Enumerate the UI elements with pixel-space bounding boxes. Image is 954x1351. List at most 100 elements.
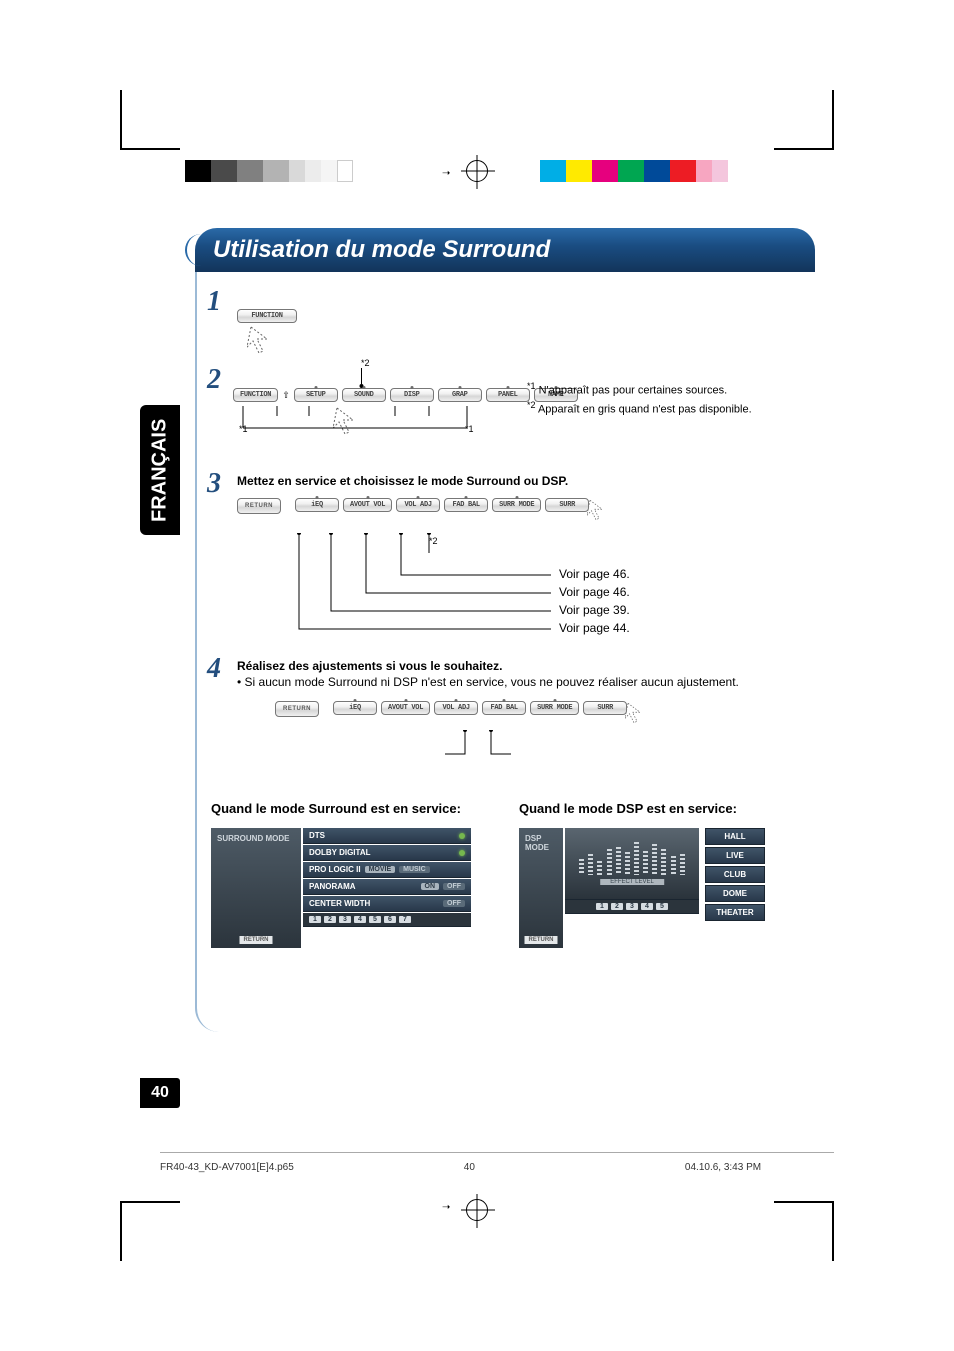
toggle-off[interactable]: OFF bbox=[443, 900, 465, 907]
footer-info: FR40-43_KD-AV7001[E]4.p65 40 04.10.6, 3:… bbox=[160, 1162, 840, 1173]
disp-button[interactable]: DISP bbox=[390, 388, 434, 402]
footnote-anchor-2: *2 bbox=[361, 358, 370, 368]
footer-divider bbox=[160, 1152, 834, 1153]
num-button[interactable]: 7 bbox=[399, 916, 411, 923]
fad-bal-button[interactable]: FAD BAL bbox=[444, 498, 488, 512]
preset-dome[interactable]: DOME bbox=[705, 885, 765, 902]
sound-button[interactable]: SOUND bbox=[342, 388, 386, 402]
num-button[interactable]: 1 bbox=[596, 903, 608, 910]
vol-adj-button[interactable]: VOL ADJ bbox=[434, 701, 478, 715]
fad-bal-button[interactable]: FAD BAL bbox=[482, 701, 526, 715]
row-panorama[interactable]: PANORAMA ON OFF bbox=[303, 879, 471, 895]
ieq-button[interactable]: iEQ bbox=[295, 498, 339, 512]
return-button[interactable]: RETURN bbox=[275, 701, 319, 717]
row-dts[interactable]: DTS bbox=[303, 828, 471, 844]
cursor-icon bbox=[587, 498, 617, 527]
panel-button[interactable]: PANEL bbox=[486, 388, 530, 402]
grayscale-swatches bbox=[185, 160, 353, 182]
toggle-movie[interactable]: MOVIE bbox=[365, 866, 396, 873]
function-button[interactable]: FUNCTION bbox=[237, 309, 297, 323]
num-row: 1 2 3 4 5 bbox=[565, 900, 699, 914]
preset-hall[interactable]: HALL bbox=[705, 828, 765, 845]
footer-timestamp: 04.10.6, 3:43 PM bbox=[685, 1162, 761, 1173]
language-tab: FRANÇAIS bbox=[140, 405, 180, 535]
preset-club[interactable]: CLUB bbox=[705, 866, 765, 883]
return-label[interactable]: RETURN bbox=[525, 936, 558, 944]
row-dolby[interactable]: DOLBY DIGITAL bbox=[303, 845, 471, 861]
reference-lines bbox=[251, 533, 811, 643]
num-row: 1 2 3 4 5 6 7 bbox=[303, 913, 471, 927]
return-label[interactable]: RETURN bbox=[240, 936, 273, 944]
num-button[interactable]: 5 bbox=[656, 903, 668, 910]
footnote-2: *2 Apparaît en gris quand n'est pas disp… bbox=[527, 399, 752, 418]
row-center-width[interactable]: CENTER WIDTH OFF bbox=[303, 896, 471, 912]
preset-theater[interactable]: THEATER bbox=[705, 904, 765, 921]
registration-mark-icon bbox=[466, 1199, 488, 1221]
num-button[interactable]: 2 bbox=[324, 916, 336, 923]
vol-adj-button[interactable]: VOL ADJ bbox=[396, 498, 440, 512]
crop-mark bbox=[774, 148, 834, 150]
surround-panel-left: SURROUND MODE RETURN bbox=[211, 828, 301, 948]
crop-mark bbox=[832, 1201, 834, 1261]
crop-mark bbox=[120, 90, 122, 150]
cursor-icon bbox=[247, 325, 307, 360]
effect-level-label: EFFECT LEVEL bbox=[600, 879, 664, 885]
toggle-on[interactable]: ON bbox=[421, 883, 440, 890]
avout-vol-button[interactable]: AVOUT VOL bbox=[343, 498, 392, 512]
led-icon bbox=[459, 850, 465, 856]
surround-heading: Quand le mode Surround est en service: bbox=[211, 801, 499, 816]
page-content: 1 FUNCTION 2 *2 FUNCTION ⇧ SETUP SOUND D… bbox=[195, 272, 815, 1032]
function-button[interactable]: FUNCTION bbox=[233, 388, 278, 402]
page-frame: Utilisation du mode Surround 1 FUNCTION … bbox=[195, 228, 815, 1048]
toggle-off[interactable]: OFF bbox=[443, 883, 465, 890]
crop-marks-top: ➝ bbox=[0, 90, 954, 200]
callout-line bbox=[275, 730, 575, 770]
color-swatches bbox=[540, 160, 728, 182]
row-prologic[interactable]: PRO LOGIC II MOVIE MUSIC bbox=[303, 862, 471, 878]
panel-title: SURROUND MODE bbox=[217, 834, 289, 843]
ref-page-39: Voir page 39. bbox=[559, 603, 630, 617]
footer-page: 40 bbox=[464, 1162, 475, 1173]
ref-page-44: Voir page 44. bbox=[559, 621, 630, 635]
num-button[interactable]: 3 bbox=[626, 903, 638, 910]
dsp-preset-buttons: HALL LIVE CLUB DOME THEATER bbox=[705, 828, 765, 948]
num-button[interactable]: 6 bbox=[384, 916, 396, 923]
surr-mode-button[interactable]: SURR MODE bbox=[492, 498, 541, 512]
step-4-heading: Réalisez des ajustements si vous le souh… bbox=[237, 659, 807, 673]
num-button[interactable]: 4 bbox=[641, 903, 653, 910]
page-number: 40 bbox=[140, 1078, 180, 1108]
setup-button[interactable]: SETUP bbox=[294, 388, 338, 402]
crop-mark bbox=[774, 1201, 834, 1203]
step-number-1: 1 bbox=[207, 286, 221, 318]
shift-lock-icon: ⇧ bbox=[282, 390, 290, 401]
step-3-heading: Mettez en service et choisissez le mode … bbox=[237, 474, 807, 488]
crop-mark bbox=[120, 1201, 122, 1261]
footer-file: FR40-43_KD-AV7001[E]4.p65 bbox=[160, 1162, 294, 1173]
num-button[interactable]: 5 bbox=[369, 916, 381, 923]
cursor-icon bbox=[625, 701, 655, 730]
registration-mark-icon bbox=[466, 160, 488, 182]
bracket-lines bbox=[233, 404, 483, 438]
avout-vol-button[interactable]: AVOUT VOL bbox=[381, 701, 430, 715]
return-button[interactable]: RETURN bbox=[237, 498, 281, 514]
num-button[interactable]: 3 bbox=[339, 916, 351, 923]
surr-button[interactable]: SURR bbox=[545, 498, 589, 512]
surr-mode-button[interactable]: SURR MODE bbox=[530, 701, 579, 715]
ieq-button[interactable]: iEQ bbox=[333, 701, 377, 715]
dsp-panel-left: DSP MODE RETURN bbox=[519, 828, 563, 948]
grap-button[interactable]: GRAP bbox=[438, 388, 482, 402]
crop-mark bbox=[120, 1201, 180, 1203]
step-4-bullet: • Si aucun mode Surround ni DSP n'est en… bbox=[237, 675, 797, 689]
num-button[interactable]: 2 bbox=[611, 903, 623, 910]
led-icon bbox=[459, 833, 465, 839]
num-button[interactable]: 1 bbox=[309, 916, 321, 923]
surround-mode-panel: SURROUND MODE RETURN DTS DOLBY DIGITAL P… bbox=[211, 828, 471, 948]
surr-button[interactable]: SURR bbox=[583, 701, 627, 715]
num-button[interactable]: 4 bbox=[354, 916, 366, 923]
toggle-music[interactable]: MUSIC bbox=[399, 866, 430, 873]
registration-arrow-icon: ➝ bbox=[442, 1202, 450, 1213]
footnote-1: *1 N'apparaît pas pour certaines sources… bbox=[527, 380, 752, 399]
dsp-mode-panel: DSP MODE RETURN EFFECT LEVEL 1 2 3 bbox=[519, 828, 807, 948]
preset-live[interactable]: LIVE bbox=[705, 847, 765, 864]
crop-mark bbox=[832, 90, 834, 150]
